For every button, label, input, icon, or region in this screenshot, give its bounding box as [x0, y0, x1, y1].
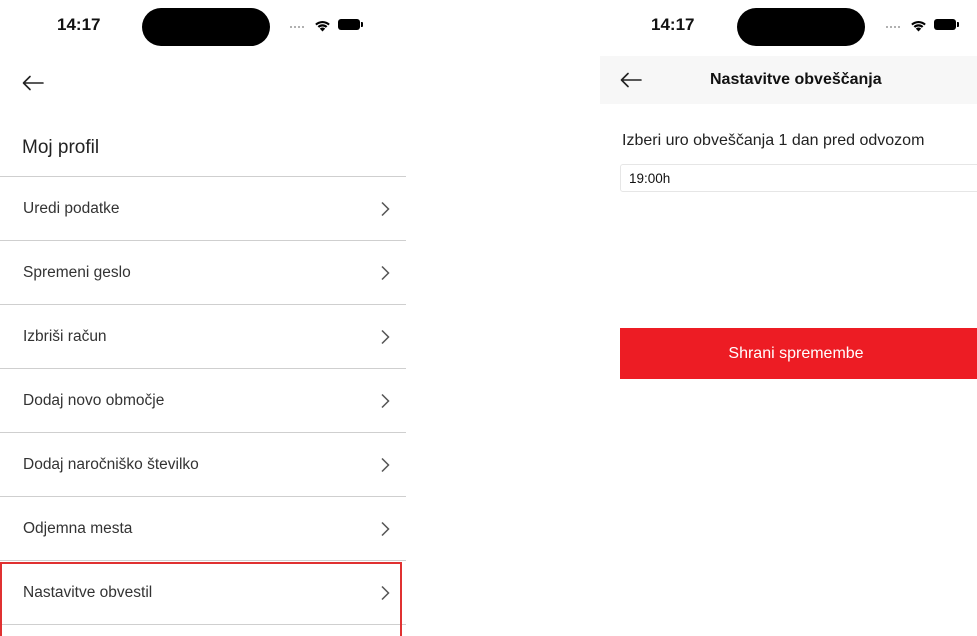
back-arrow-icon[interactable]: [620, 72, 642, 88]
menu-item-label: Odjemna mesta: [23, 520, 133, 537]
chevron-right-icon: [381, 329, 390, 345]
page-title: Moj profil: [22, 137, 100, 158]
chevron-right-icon: [381, 393, 390, 409]
notification-time-picker[interactable]: 19:00h: [620, 164, 977, 192]
menu-item-add-area[interactable]: Dodaj novo območje: [0, 369, 406, 433]
profile-menu: Uredi podatke Spremeni geslo Izbriši rač…: [0, 176, 406, 625]
back-arrow-icon[interactable]: [22, 75, 44, 91]
chevron-right-icon: [381, 585, 390, 601]
dynamic-island: [142, 8, 270, 46]
signal-icon: [290, 26, 304, 28]
chevron-right-icon: [381, 265, 390, 281]
battery-icon: [338, 19, 363, 30]
menu-item-label: Izbriši račun: [23, 328, 107, 345]
profile-screen: 14:17 Moj profil Uredi podatke Spremeni …: [0, 0, 406, 636]
wifi-icon: [315, 20, 330, 32]
menu-item-change-password[interactable]: Spremeni geslo: [0, 241, 406, 305]
menu-item-pickup-locations[interactable]: Odjemna mesta: [0, 497, 406, 561]
menu-item-label: Spremeni geslo: [23, 264, 131, 281]
menu-item-label: Dodaj novo območje: [23, 392, 165, 409]
status-time: 14:17: [651, 15, 695, 34]
menu-item-label: Uredi podatke: [23, 200, 120, 217]
chevron-right-icon: [381, 521, 390, 537]
notification-time-label: Izberi uro obveščanja 1 dan pred odvozom: [622, 132, 925, 149]
chevron-right-icon: [381, 201, 390, 217]
battery-icon: [934, 19, 959, 30]
menu-item-delete-account[interactable]: Izbriši račun: [0, 305, 406, 369]
menu-item-add-subscriber-number[interactable]: Dodaj naročniško številko: [0, 433, 406, 497]
chevron-right-icon: [381, 457, 390, 473]
page-title: Nastavitve obveščanja: [710, 71, 882, 88]
save-button[interactable]: Shrani spremembe: [620, 328, 977, 379]
menu-item-label: Dodaj naročniško številko: [23, 456, 199, 473]
signal-icon: [886, 26, 900, 28]
menu-item-edit-data[interactable]: Uredi podatke: [0, 177, 406, 241]
notification-settings-screen: 14:17 Nastavitve obveščanja Izberi uro o…: [600, 0, 977, 636]
dynamic-island: [737, 8, 865, 46]
wifi-icon: [911, 20, 926, 32]
status-time: 14:17: [57, 15, 101, 34]
menu-item-label: Nastavitve obvestil: [23, 584, 153, 601]
menu-item-notification-settings[interactable]: Nastavitve obvestil: [0, 561, 406, 625]
